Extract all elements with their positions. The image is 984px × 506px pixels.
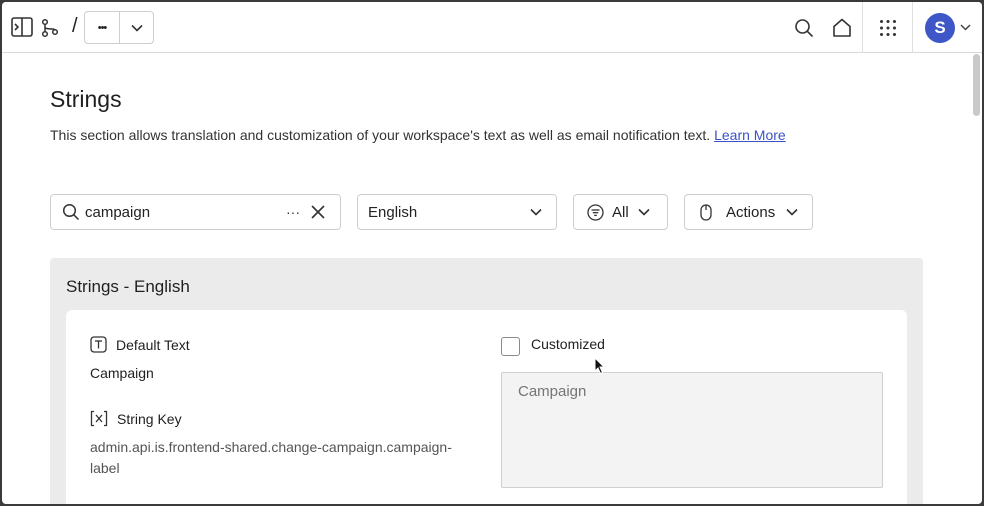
page-description: This section allows translation and cust…: [50, 127, 786, 143]
scrollbar[interactable]: [973, 54, 980, 116]
more-label: •••: [97, 21, 108, 34]
breadcrumb-dropdown-button[interactable]: [119, 12, 153, 43]
chevron-down-icon: [130, 24, 143, 32]
chevron-down-icon: [786, 208, 798, 216]
learn-more-link[interactable]: Learn More: [714, 127, 786, 143]
apps-grid-icon[interactable]: [879, 19, 897, 37]
status-filter-button[interactable]: All: [573, 194, 668, 230]
filter-icon: [587, 203, 604, 221]
breadcrumb-separator: /: [72, 15, 78, 37]
mouse-icon: [700, 203, 712, 221]
chevron-down-icon[interactable]: [960, 24, 971, 31]
language-value: English: [368, 203, 418, 221]
actions-button[interactable]: Actions: [684, 194, 813, 230]
topbar-divider: [862, 2, 863, 53]
chevron-down-icon: [638, 208, 650, 216]
text-icon: [90, 336, 107, 353]
panel-title: Strings - English: [66, 277, 190, 296]
search-icon: [62, 203, 80, 221]
filter-label: All: [612, 203, 629, 221]
string-key-heading: String Key: [117, 410, 182, 427]
topbar-divider: [912, 2, 913, 53]
search-icon[interactable]: [794, 18, 814, 38]
string-key-value: admin.api.is.frontend-shared.change-camp…: [90, 439, 452, 476]
search-box: campaign ···: [50, 194, 341, 230]
page-title: Strings: [50, 86, 122, 112]
app-window: / ••• S Strings This section allows tran…: [2, 2, 982, 504]
string-card: Default Text Campaign String Key admin.a…: [66, 310, 907, 504]
string-key-label: String Key: [90, 410, 182, 427]
clear-search-icon[interactable]: [311, 205, 325, 219]
mouse-cursor-icon: [594, 357, 606, 375]
default-text-heading: Default Text: [116, 336, 190, 353]
chevron-down-icon: [530, 208, 542, 216]
custom-text-field[interactable]: [501, 372, 883, 488]
more-button[interactable]: •••: [85, 12, 119, 43]
description-text: This section allows translation and cust…: [50, 127, 711, 143]
home-icon[interactable]: [831, 17, 853, 39]
customized-checkbox[interactable]: [501, 337, 520, 356]
sidebar-toggle-icon[interactable]: [11, 17, 33, 37]
default-text-value: Campaign: [90, 365, 154, 381]
top-bar: / ••• S: [2, 2, 982, 53]
actions-label: Actions: [726, 203, 776, 221]
search-options-button[interactable]: ···: [286, 204, 300, 220]
customized-label: Customized: [531, 336, 605, 352]
search-input[interactable]: campaign: [85, 204, 280, 221]
default-text-label: Default Text: [90, 336, 190, 353]
language-select[interactable]: English: [357, 194, 557, 230]
strings-panel: Strings - English Default Text Campaign …: [50, 258, 923, 504]
avatar[interactable]: S: [925, 13, 955, 43]
breadcrumb-more-group: •••: [84, 11, 154, 44]
branch-icon[interactable]: [41, 18, 59, 38]
variable-icon: [90, 410, 108, 427]
